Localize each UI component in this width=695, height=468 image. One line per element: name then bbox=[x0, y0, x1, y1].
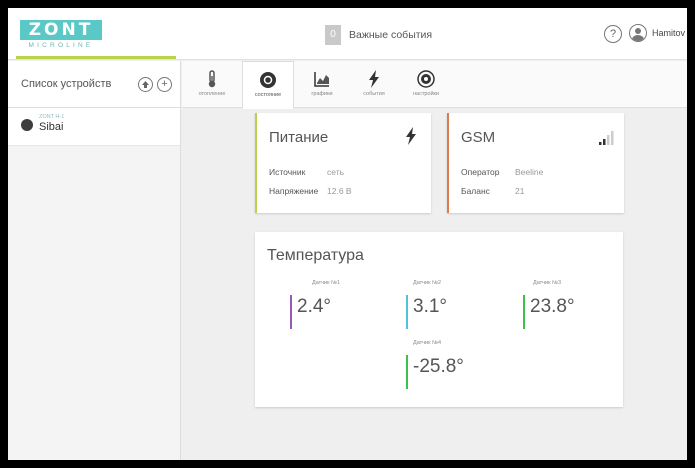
add-device-button[interactable]: + bbox=[157, 77, 172, 92]
user-icon bbox=[629, 24, 647, 42]
device-name: Sibai bbox=[39, 121, 64, 133]
sidebar: Список устройств + ZONT H-1 Sibai bbox=[8, 61, 181, 460]
sensor-1-bar bbox=[290, 295, 292, 329]
tab-settings[interactable]: настройки bbox=[400, 61, 452, 108]
events-count-badge: 0 bbox=[325, 25, 341, 45]
tab-state-label: состояние bbox=[254, 92, 282, 98]
thermometer-icon bbox=[208, 70, 216, 88]
sidebar-title: Список устройств bbox=[21, 78, 112, 90]
gsm-title: GSM bbox=[461, 129, 496, 146]
temperature-title: Температура bbox=[267, 247, 364, 264]
device-toolbar: отопление состояние графики события наст… bbox=[182, 61, 687, 109]
gsm-operator-value: Beeline bbox=[515, 167, 544, 177]
tab-charts[interactable]: графики bbox=[296, 61, 348, 108]
tab-heating[interactable]: отопление bbox=[186, 61, 238, 108]
user-name: Hamitov bbox=[652, 28, 686, 38]
lightning-icon bbox=[406, 127, 416, 145]
power-title: Питание bbox=[269, 129, 329, 146]
sensor-1-value: 2.4° bbox=[297, 296, 332, 317]
sidebar-header: Список устройств + bbox=[8, 61, 180, 108]
tab-heating-label: отопление bbox=[198, 91, 226, 97]
sensor-4-value: -25.8° bbox=[413, 356, 464, 377]
power-source-value: сеть bbox=[327, 167, 345, 177]
state-icon bbox=[260, 72, 276, 88]
lightning-icon bbox=[369, 70, 379, 88]
temperature-card: Температура Датчик №1 2.4° Датчик №2 3.1… bbox=[255, 232, 623, 407]
gsm-operator-row: Оператор Beeline bbox=[461, 167, 543, 177]
power-card: Питание Источник сеть Напряжение 12.6 В bbox=[255, 113, 431, 213]
power-source-key: Источник bbox=[269, 167, 306, 177]
sensor-3-value: 23.8° bbox=[530, 296, 575, 317]
user-menu[interactable]: Hamitov bbox=[629, 24, 685, 42]
zont-logo[interactable]: ZONT MICROLINE bbox=[20, 20, 102, 52]
important-events-button[interactable]: 0 Важные события bbox=[325, 24, 432, 46]
device-status-icon bbox=[21, 119, 33, 131]
tab-settings-label: настройки bbox=[412, 91, 440, 97]
help-icon[interactable]: ? bbox=[604, 25, 622, 43]
sensor-3-label: Датчик №3 bbox=[533, 280, 562, 286]
sensor-2-value: 3.1° bbox=[413, 296, 448, 317]
sensor-4-label: Датчик №4 bbox=[413, 340, 442, 346]
power-voltage-key: Напряжение bbox=[269, 186, 319, 196]
power-voltage-value: 12.6 В bbox=[327, 186, 352, 196]
sensor-2-label: Датчик №2 bbox=[413, 280, 442, 286]
sensor-1-label: Датчик №1 bbox=[312, 280, 341, 286]
tab-events[interactable]: события bbox=[348, 61, 400, 108]
events-label: Важные события bbox=[349, 29, 433, 41]
gsm-balance-value: 21 bbox=[515, 186, 525, 196]
device-model: ZONT H-1 bbox=[39, 114, 65, 120]
tab-state[interactable]: состояние bbox=[242, 61, 294, 109]
gsm-balance-key: Баланс bbox=[461, 186, 490, 196]
gsm-card: GSM Оператор Beeline Баланс 21 bbox=[447, 113, 624, 213]
logo-main-text: ZONT bbox=[20, 20, 102, 40]
power-voltage-row: Напряжение 12.6 В bbox=[269, 186, 352, 196]
sidebar-up-button[interactable] bbox=[138, 77, 153, 92]
logo-accent-line bbox=[16, 56, 176, 59]
tab-charts-label: графики bbox=[311, 91, 333, 97]
sensor-3-bar bbox=[523, 295, 525, 329]
header: ZONT MICROLINE 0 Важные события ? Hamito… bbox=[8, 8, 687, 60]
gsm-operator-key: Оператор bbox=[461, 167, 500, 177]
arrow-up-icon bbox=[142, 81, 149, 88]
power-source-row: Источник сеть bbox=[269, 167, 344, 177]
gear-icon bbox=[417, 70, 435, 88]
chart-icon bbox=[314, 72, 329, 87]
logo-sub-text: MICROLINE bbox=[28, 42, 94, 49]
sensor-4-bar bbox=[406, 355, 408, 389]
gsm-balance-row: Баланс 21 bbox=[461, 186, 524, 196]
device-item[interactable]: ZONT H-1 Sibai bbox=[8, 108, 180, 146]
signal-icon bbox=[599, 131, 614, 145]
tab-events-label: события bbox=[363, 91, 385, 97]
app-window: ZONT MICROLINE 0 Важные события ? Hamito… bbox=[8, 8, 687, 460]
sensor-2-bar bbox=[406, 295, 408, 329]
